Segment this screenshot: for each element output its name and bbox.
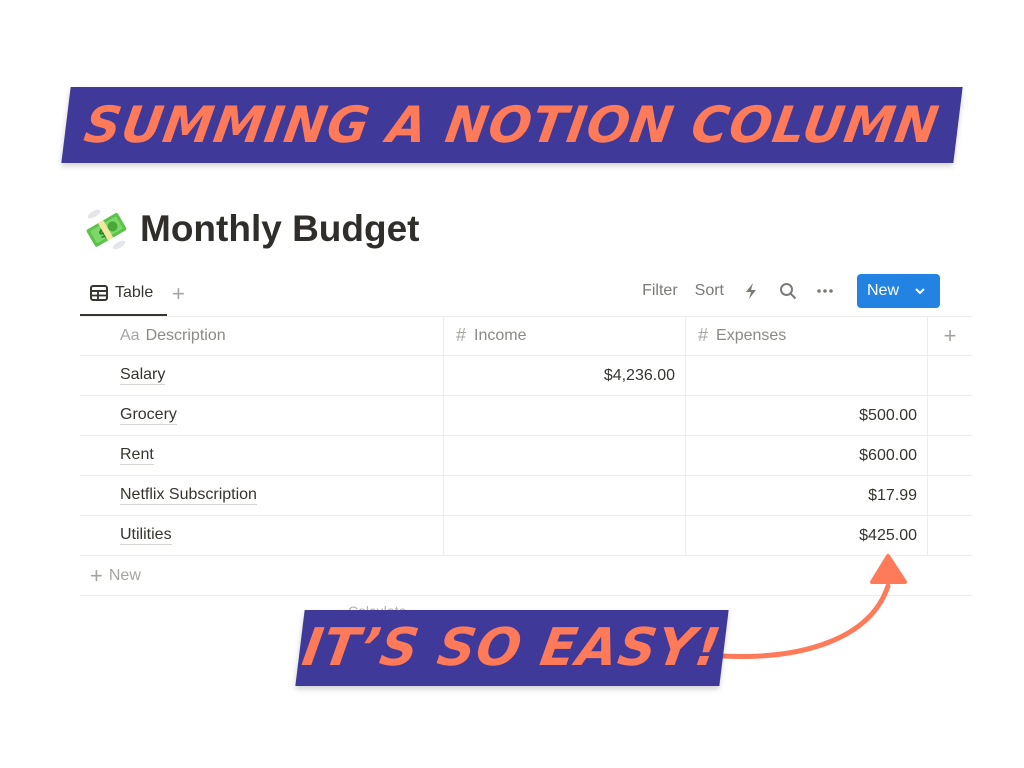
filter-button[interactable]: Filter: [642, 282, 678, 300]
description-text: Netflix Subscription: [120, 486, 257, 505]
income-cell[interactable]: [444, 436, 686, 475]
expenses-cell[interactable]: [686, 356, 928, 395]
table-row[interactable]: Netflix Subscription $17.99: [80, 476, 972, 516]
column-label: Income: [474, 326, 527, 344]
view-bar: Table + Filter Sort New: [80, 272, 972, 317]
text-property-icon: Aa: [120, 326, 140, 344]
add-row-label: New: [108, 566, 141, 584]
tab-table-label: Table: [115, 284, 154, 301]
table-row[interactable]: Utilities $425.00: [80, 516, 972, 556]
description-text: Rent: [120, 446, 154, 465]
add-column-button[interactable]: +: [928, 316, 972, 355]
description-cell[interactable]: Netflix Subscription: [80, 476, 444, 515]
expenses-cell[interactable]: $500.00: [686, 396, 928, 435]
expenses-cell[interactable]: $17.99: [686, 476, 928, 515]
chevron-down-icon[interactable]: [913, 284, 927, 298]
lightning-icon[interactable]: [741, 281, 761, 301]
number-property-icon: #: [456, 325, 467, 345]
empty-cell: [928, 516, 972, 555]
table-row[interactable]: Grocery $500.00: [80, 396, 972, 436]
income-cell[interactable]: [444, 396, 686, 435]
tab-table[interactable]: Table: [80, 272, 167, 316]
description-text: Utilities: [120, 526, 172, 545]
caption-banner: IT’S SO EASY!: [295, 610, 729, 686]
column-header-expenses[interactable]: # Expenses: [686, 316, 928, 355]
description-text: Salary: [120, 366, 166, 385]
page-title: Monthly Budget: [140, 208, 420, 249]
column-header-income[interactable]: # Income: [444, 316, 686, 355]
column-label: Description: [145, 326, 226, 344]
empty-cell: [928, 476, 972, 515]
table-header-row: Aa Description # Income # Expenses +: [80, 316, 972, 356]
sort-button[interactable]: Sort: [695, 282, 724, 300]
table-row[interactable]: Salary $4,236.00: [80, 356, 972, 396]
title-banner: SUMMING A NOTION COLUMN: [61, 87, 963, 163]
description-text: Grocery: [120, 406, 177, 425]
new-button[interactable]: New: [857, 274, 940, 308]
empty-cell: [928, 396, 972, 435]
empty-cell: [928, 436, 972, 475]
description-cell[interactable]: Grocery: [80, 396, 444, 435]
description-cell[interactable]: Salary: [80, 356, 444, 395]
new-button-label: New: [867, 282, 900, 299]
plus-icon: +: [90, 562, 103, 588]
page-header: $ Monthly Budget: [82, 205, 420, 253]
empty-cell: [928, 356, 972, 395]
toolbar: Filter Sort New: [625, 274, 940, 308]
caption-banner-text: IT’S SO EASY!: [298, 618, 726, 678]
more-icon[interactable]: [815, 281, 835, 301]
income-cell[interactable]: [444, 516, 686, 555]
add-row-button[interactable]: + New: [80, 556, 972, 596]
income-cell[interactable]: $4,236.00: [444, 356, 686, 395]
add-view-button[interactable]: +: [172, 281, 185, 307]
title-banner-text: SUMMING A NOTION COLUMN: [80, 96, 944, 154]
column-header-description[interactable]: Aa Description: [80, 316, 444, 355]
description-cell[interactable]: Rent: [80, 436, 444, 475]
number-property-icon: #: [698, 325, 709, 345]
description-cell[interactable]: Utilities: [80, 516, 444, 555]
expenses-cell[interactable]: $600.00: [686, 436, 928, 475]
table-icon: [90, 285, 108, 301]
budget-table: Aa Description # Income # Expenses + Sal…: [80, 316, 972, 596]
arrow-curve: [719, 583, 891, 659]
search-icon[interactable]: [778, 281, 798, 301]
money-with-wings-icon: $: [86, 209, 127, 250]
column-label: Expenses: [716, 326, 787, 344]
plus-icon: +: [943, 322, 957, 348]
table-row[interactable]: Rent $600.00: [80, 436, 972, 476]
expenses-cell[interactable]: $425.00: [686, 516, 928, 555]
income-cell[interactable]: [444, 476, 686, 515]
